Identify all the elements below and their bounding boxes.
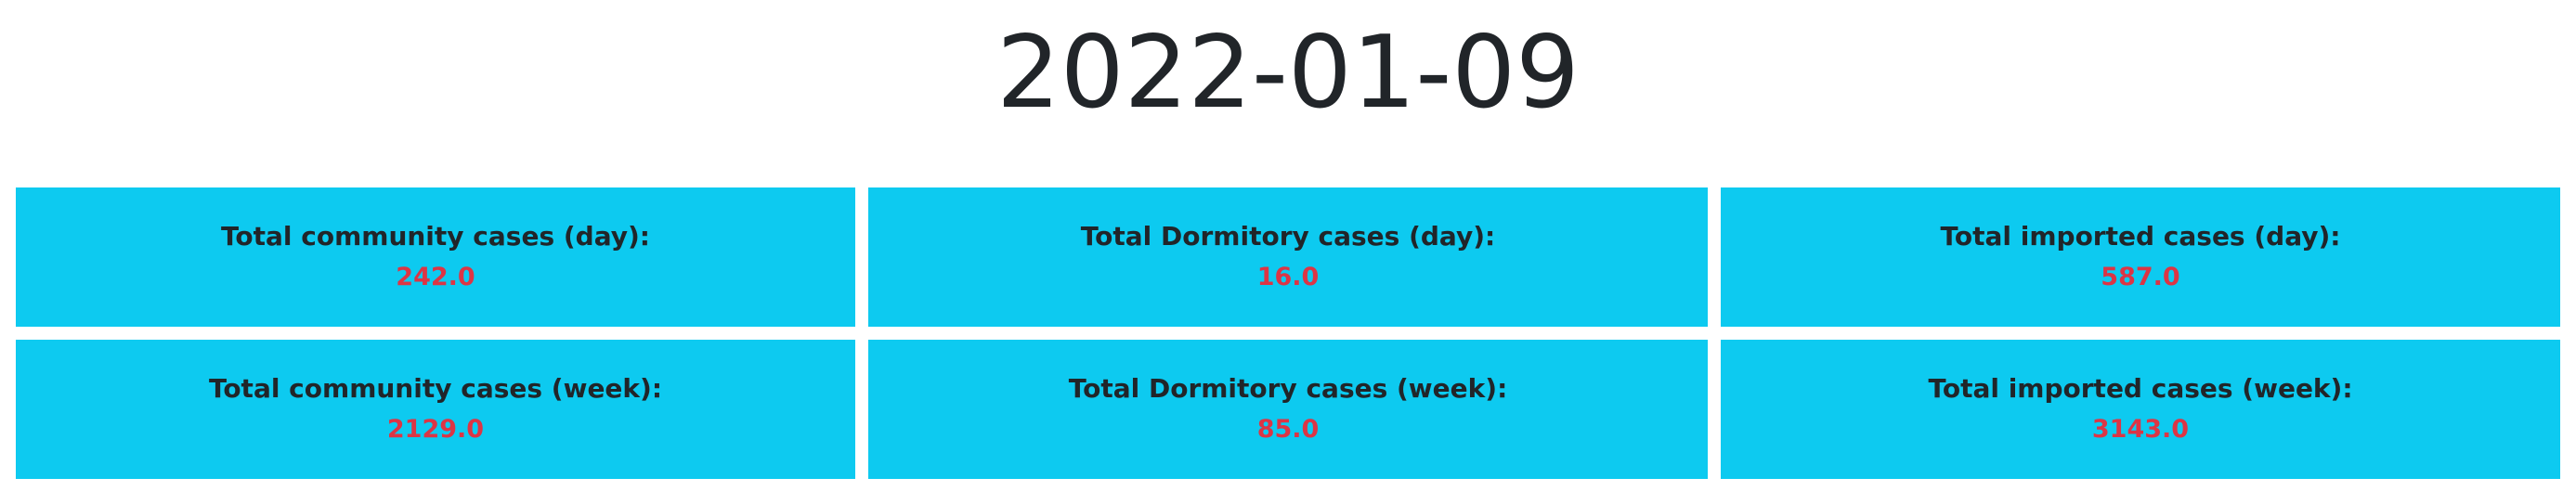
card-value: 85.0: [1256, 415, 1320, 444]
card-dormitory-day: Total Dormitory cases (day): 16.0: [868, 187, 1708, 327]
page-title: 2022-01-09: [996, 15, 1580, 131]
card-value: 16.0: [1256, 263, 1320, 291]
stats-grid: Total community cases (day): 242.0 Total…: [16, 187, 2560, 479]
card-label: Total imported cases (day):: [1940, 221, 2341, 252]
card-label: Total community cases (day):: [221, 221, 650, 252]
card-dormitory-week: Total Dormitory cases (week): 85.0: [868, 340, 1708, 479]
card-community-day: Total community cases (day): 242.0: [16, 187, 855, 327]
card-label: Total Dormitory cases (week):: [1068, 373, 1508, 404]
card-label: Total imported cases (week):: [1928, 373, 2353, 404]
card-label: Total Dormitory cases (day):: [1080, 221, 1496, 252]
card-label: Total community cases (week):: [208, 373, 663, 404]
card-imported-day: Total imported cases (day): 587.0: [1721, 187, 2560, 327]
card-value: 2129.0: [386, 415, 485, 444]
card-value: 242.0: [396, 263, 475, 291]
card-value: 3143.0: [2091, 415, 2190, 444]
card-imported-week: Total imported cases (week): 3143.0: [1721, 340, 2560, 479]
card-community-week: Total community cases (week): 2129.0: [16, 340, 855, 479]
card-value: 587.0: [2101, 263, 2180, 291]
